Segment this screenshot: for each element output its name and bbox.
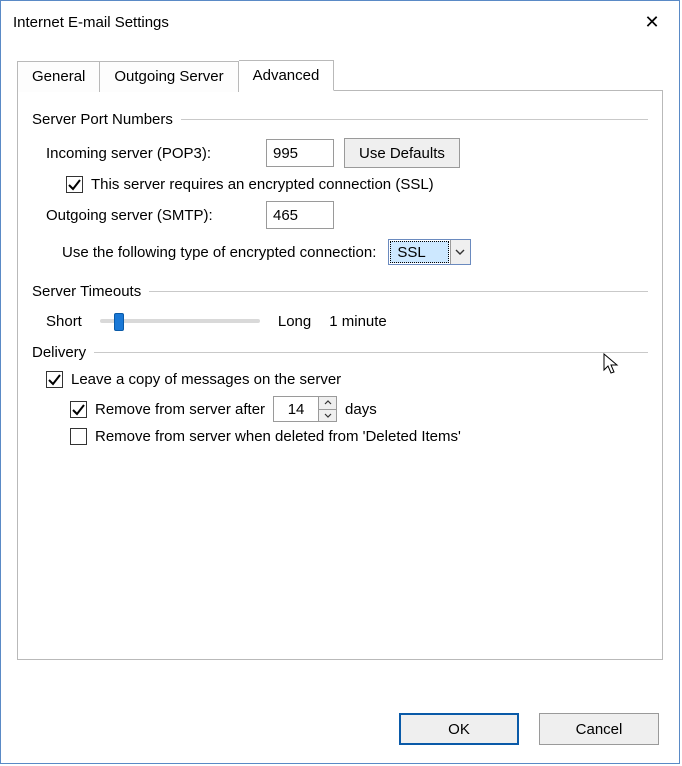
group-heading-rule (181, 119, 648, 120)
tab-container: General Outgoing Server Advanced Server … (1, 43, 679, 660)
encryption-type-dropdown[interactable]: SSL (388, 239, 470, 265)
timeout-slider[interactable] (100, 310, 260, 332)
remove-after-label: Remove from server after (95, 401, 265, 418)
row-outgoing-server: Outgoing server (SMTP): (46, 201, 648, 229)
outgoing-port-input[interactable] (266, 201, 334, 229)
tab-general[interactable]: General (17, 61, 100, 92)
incoming-port-input[interactable] (266, 139, 334, 167)
check-icon (68, 178, 81, 191)
tab-advanced[interactable]: Advanced (239, 60, 335, 91)
chevron-down-icon (324, 413, 332, 418)
remove-after-days-spinner[interactable] (273, 396, 337, 422)
row-leave-copy: Leave a copy of messages on the server (46, 371, 648, 388)
days-label: days (345, 401, 377, 418)
tab-panel-advanced: Server Port Numbers Incoming server (POP… (17, 90, 663, 660)
group-server-timeouts: Server Timeouts (32, 283, 648, 300)
row-timeout-slider: Short Long 1 minute (46, 310, 648, 332)
incoming-server-label: Incoming server (POP3): (46, 145, 256, 162)
row-ssl-required: This server requires an encrypted connec… (66, 176, 648, 193)
slider-track (100, 319, 260, 323)
group-heading-label: Server Timeouts (32, 283, 141, 300)
spinner-arrows (318, 397, 336, 421)
encryption-type-label: Use the following type of encrypted conn… (62, 244, 376, 261)
group-server-port-numbers: Server Port Numbers (32, 111, 648, 128)
check-icon (72, 403, 85, 416)
chevron-up-icon (324, 400, 332, 405)
group-delivery: Delivery (32, 344, 648, 361)
use-defaults-button[interactable]: Use Defaults (344, 138, 460, 168)
row-encryption-type: Use the following type of encrypted conn… (62, 239, 648, 265)
row-remove-after: Remove from server after days (70, 396, 648, 422)
remove-after-days-input[interactable] (274, 397, 318, 421)
outgoing-server-label: Outgoing server (SMTP): (46, 207, 256, 224)
spinner-down-button[interactable] (319, 409, 336, 422)
check-icon (48, 373, 61, 386)
timeout-short-label: Short (46, 313, 82, 330)
title-bar: Internet E-mail Settings ✕ (1, 1, 679, 43)
group-heading-rule (149, 291, 648, 292)
group-heading-rule (94, 352, 648, 353)
dialog-footer: OK Cancel (1, 699, 679, 763)
spinner-up-button[interactable] (319, 397, 336, 409)
tab-strip: General Outgoing Server Advanced (17, 59, 663, 90)
ok-button[interactable]: OK (399, 713, 519, 745)
timeout-long-label: Long (278, 313, 311, 330)
leave-copy-label: Leave a copy of messages on the server (71, 371, 341, 388)
row-incoming-server: Incoming server (POP3): Use Defaults (46, 138, 648, 168)
chevron-down-icon (450, 240, 470, 264)
cancel-button[interactable]: Cancel (539, 713, 659, 745)
group-heading-label: Server Port Numbers (32, 111, 173, 128)
encryption-type-value: SSL (390, 241, 448, 263)
leave-copy-checkbox[interactable] (46, 371, 63, 388)
remove-after-checkbox[interactable] (70, 401, 87, 418)
group-heading-label: Delivery (32, 344, 86, 361)
dialog-window: Internet E-mail Settings ✕ General Outgo… (0, 0, 680, 764)
slider-thumb[interactable] (114, 313, 124, 331)
ssl-required-label: This server requires an encrypted connec… (91, 176, 434, 193)
remove-when-deleted-checkbox[interactable] (70, 428, 87, 445)
row-remove-when-deleted: Remove from server when deleted from 'De… (70, 428, 648, 445)
close-icon[interactable]: ✕ (635, 5, 669, 39)
tab-outgoing-server[interactable]: Outgoing Server (100, 61, 238, 92)
window-title: Internet E-mail Settings (13, 14, 169, 31)
ssl-required-checkbox[interactable] (66, 176, 83, 193)
remove-when-deleted-label: Remove from server when deleted from 'De… (95, 428, 461, 445)
timeout-value-label: 1 minute (329, 313, 387, 330)
